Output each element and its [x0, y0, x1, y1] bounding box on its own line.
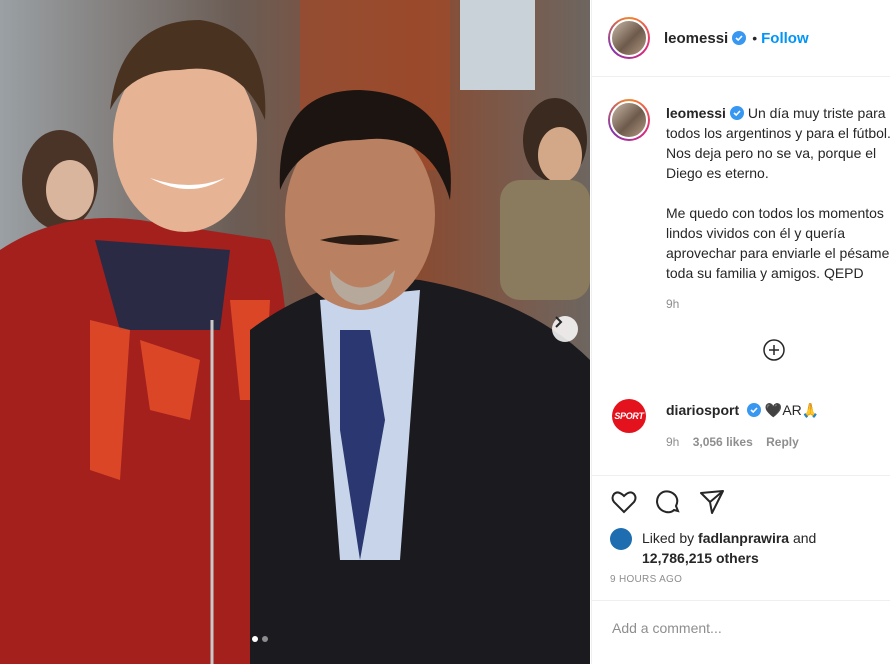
caption-text: leomessi Un día muy triste para todos lo… — [666, 103, 890, 283]
reply-button[interactable]: Reply — [766, 435, 799, 449]
heart-icon[interactable] — [610, 488, 638, 516]
carousel-dot — [262, 636, 268, 642]
carousel-dot — [252, 636, 258, 642]
comment-input[interactable] — [610, 619, 874, 637]
caption-avatar[interactable] — [608, 99, 650, 141]
reply-time[interactable]: 9h — [666, 435, 679, 449]
load-more-icon[interactable] — [763, 339, 785, 361]
liked-by: Liked by fadlanprawira and 12,786,215 oth… — [642, 528, 882, 568]
liked-by-prefix: Liked by — [642, 530, 695, 546]
post-photo — [0, 0, 590, 664]
action-bar: Liked by fadlanprawira and 12,786,215 oth… — [592, 475, 890, 600]
reply-likes[interactable]: 3,056 likes — [693, 435, 753, 449]
header-bullet: • — [752, 30, 758, 46]
liked-by-user[interactable]: fadlanprawira — [698, 530, 789, 546]
liker-avatar[interactable] — [610, 528, 632, 550]
liked-by-others[interactable]: 12,786,215 others — [642, 550, 759, 566]
carousel-indicator — [252, 636, 268, 642]
caption-username[interactable]: leomessi — [666, 105, 726, 121]
reply-avatar[interactable]: SPORT — [612, 399, 646, 433]
caption-line1: Un día muy triste para — [747, 105, 886, 121]
share-icon[interactable] — [698, 488, 726, 516]
post-sidebar: leomessi • Follow leomessi Un día muy tr… — [591, 0, 890, 664]
next-photo-button[interactable] — [552, 316, 578, 342]
author-username[interactable]: leomessi — [664, 30, 728, 47]
post-timestamp[interactable]: 9 HOURS AGO — [610, 574, 682, 585]
liked-by-and: and — [792, 530, 817, 546]
reply-text: 🖤AR🙏 — [764, 402, 820, 418]
add-comment-box — [592, 600, 890, 664]
verified-icon — [732, 31, 747, 45]
author-avatar[interactable] — [608, 17, 650, 59]
reply-meta: 9h 3,056 likes Reply — [666, 435, 809, 449]
reply-username[interactable]: diariosport — [666, 402, 739, 418]
caption-body: todos los argentinos y para el fútbol. N… — [666, 125, 890, 281]
follow-button[interactable]: Follow — [761, 30, 809, 47]
comment-icon[interactable] — [654, 488, 682, 516]
next-icon — [555, 316, 563, 328]
comments-area: leomessi Un día muy triste para todos lo… — [592, 77, 890, 475]
caption-time[interactable]: 9h — [666, 297, 679, 311]
reply-comment: diariosport 🖤AR🙏 — [666, 402, 819, 419]
verified-icon — [729, 106, 744, 120]
post-header: leomessi • Follow — [592, 0, 890, 77]
photo-scene — [0, 0, 590, 664]
verified-icon — [747, 403, 762, 417]
